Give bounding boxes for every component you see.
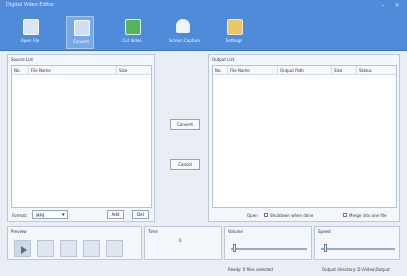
- remove-button[interactable]: Del: [132, 210, 149, 219]
- cut-video-icon: [125, 19, 141, 35]
- toolbar-open-file[interactable]: Open File: [16, 16, 44, 49]
- toolbar-label: Convert: [73, 39, 89, 44]
- settings-icon: [227, 19, 243, 35]
- screen-capture-icon: [176, 19, 190, 33]
- convert-icon: [74, 20, 90, 36]
- pause-button[interactable]: [37, 240, 54, 257]
- main-toolbar: Open File Convert Cut Video Screen Captu…: [0, 14, 407, 51]
- column-header[interactable]: Status: [359, 68, 372, 73]
- speed-slider[interactable]: [321, 248, 395, 250]
- time-value: 0: [179, 238, 182, 243]
- status-left: Ready: 0 files selected: [228, 267, 273, 272]
- play-icon: [21, 246, 27, 254]
- toolbar-settings[interactable]: Settings: [220, 16, 248, 49]
- open-label: Open: [247, 213, 258, 218]
- stop-button[interactable]: [60, 240, 77, 257]
- volume-slider[interactable]: [231, 248, 307, 250]
- column-header[interactable]: File Name: [230, 68, 250, 73]
- time-panel: Time 0: [144, 226, 222, 260]
- source-list[interactable]: No. File Name Size: [11, 65, 152, 208]
- time-header: Time: [148, 229, 158, 234]
- column-header[interactable]: File Name: [31, 68, 51, 73]
- column-header[interactable]: Size: [119, 68, 127, 73]
- open-file-icon: [23, 19, 39, 35]
- volume-panel: Volume: [224, 226, 312, 260]
- toolbar-label: Cut Video: [122, 38, 142, 43]
- output-list-columns: No. File Name Output Path Size Status: [213, 66, 396, 75]
- source-list-columns: No. File Name Size: [12, 66, 151, 75]
- toolbar-label: Settings: [225, 38, 243, 43]
- format-value: MP4: [36, 213, 45, 218]
- convert-button[interactable]: Convert: [170, 119, 200, 130]
- window-title: Digital Video Editor: [6, 2, 55, 8]
- play-button[interactable]: [14, 240, 31, 257]
- speed-slider-thumb[interactable]: [324, 244, 327, 252]
- toolbar-convert[interactable]: Convert: [66, 16, 94, 49]
- volume-header: Volume: [228, 229, 243, 234]
- source-list-panel: Source List No. File Name Size Format: M…: [7, 54, 155, 222]
- status-right: Output directory: D:\Video\Output: [322, 267, 390, 272]
- format-label: Format:: [12, 213, 28, 218]
- column-header[interactable]: No.: [215, 68, 222, 73]
- cancel-button[interactable]: Cancel: [170, 159, 200, 170]
- volume-slider-thumb[interactable]: [233, 244, 236, 252]
- preview-header: Preview: [11, 229, 27, 234]
- column-header[interactable]: Size: [334, 68, 342, 73]
- close-icon[interactable]: ×: [394, 3, 400, 9]
- previous-frame-button[interactable]: [83, 240, 100, 257]
- column-header[interactable]: No.: [14, 68, 21, 73]
- toolbar-label: Open File: [20, 38, 40, 43]
- next-frame-button[interactable]: [106, 240, 123, 257]
- toolbar-cut-video[interactable]: Cut Video: [118, 16, 146, 49]
- output-list-header: Output List: [212, 57, 235, 62]
- column-header[interactable]: Output Path: [280, 68, 304, 73]
- title-bar: Digital Video Editor – ×: [0, 0, 407, 14]
- merge-label: Merge into one file: [349, 213, 387, 218]
- add-button[interactable]: Add: [107, 210, 124, 219]
- toolbar-screen-capture[interactable]: Screen Capture: [169, 16, 200, 49]
- merge-checkbox[interactable]: [343, 213, 347, 217]
- speed-header: Speed: [318, 229, 331, 234]
- format-select[interactable]: MP4 ▾: [32, 210, 68, 219]
- output-list[interactable]: No. File Name Output Path Size Status: [212, 65, 397, 208]
- minimize-icon[interactable]: –: [380, 3, 386, 9]
- shutdown-checkbox[interactable]: [264, 213, 268, 217]
- chevron-down-icon: ▾: [62, 212, 65, 218]
- preview-panel: Preview: [7, 226, 142, 260]
- shutdown-label: Shutdown when done: [270, 213, 314, 218]
- toolbar-label: Screen Capture: [169, 38, 200, 43]
- source-list-header: Source List: [11, 57, 34, 62]
- output-list-panel: Output List No. File Name Output Path Si…: [208, 54, 400, 222]
- speed-panel: Speed: [314, 226, 400, 260]
